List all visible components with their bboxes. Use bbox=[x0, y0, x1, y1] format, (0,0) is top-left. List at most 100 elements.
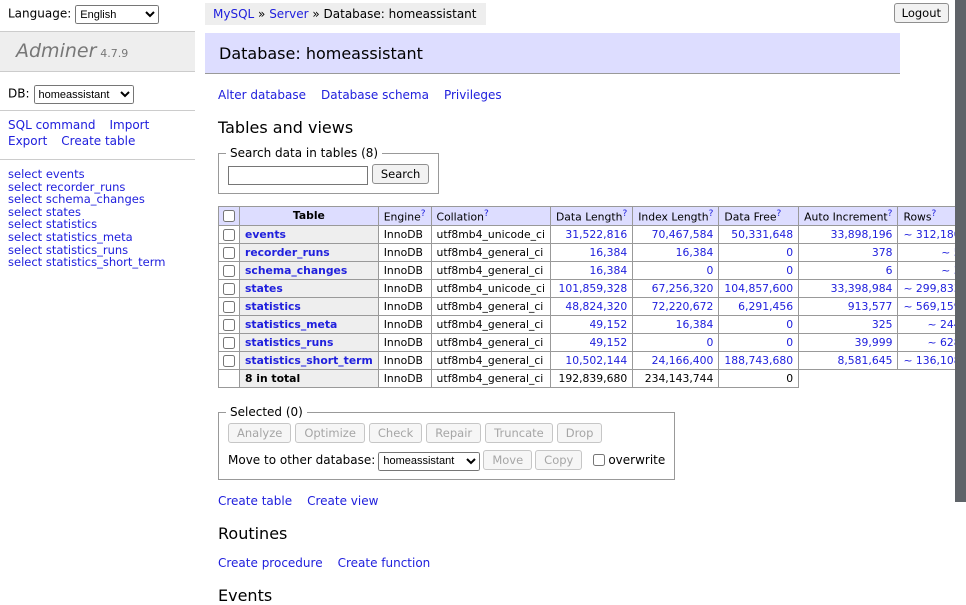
sidebar-action-import[interactable]: Import bbox=[109, 118, 149, 132]
row-checkbox[interactable] bbox=[223, 247, 235, 259]
truncate-button[interactable]: Truncate bbox=[485, 423, 553, 443]
row-checkbox[interactable] bbox=[223, 283, 235, 295]
repair-button[interactable]: Repair bbox=[426, 423, 481, 443]
link-create-table[interactable]: Create table bbox=[218, 494, 292, 508]
row-checkbox[interactable] bbox=[223, 337, 235, 349]
overwrite-option[interactable]: overwrite bbox=[589, 453, 665, 467]
data-free-link[interactable]: 0 bbox=[786, 318, 793, 331]
rows-link[interactable]: ~ 569,159 bbox=[903, 300, 960, 313]
copy-button[interactable]: Copy bbox=[535, 450, 582, 470]
index-length-link[interactable]: 16,384 bbox=[676, 246, 714, 259]
select-all-checkbox[interactable] bbox=[223, 210, 235, 222]
move-database-select[interactable]: homeassistant bbox=[378, 452, 480, 471]
routines-heading: Routines bbox=[218, 525, 900, 542]
index-length-link[interactable]: 16,384 bbox=[676, 318, 714, 331]
data-free-link[interactable]: 6,291,456 bbox=[738, 300, 793, 313]
link-alter-database[interactable]: Alter database bbox=[218, 88, 306, 102]
sidebar-select-schema-changes[interactable]: select schema_changes bbox=[8, 193, 195, 206]
data-length-link[interactable]: 31,522,816 bbox=[565, 228, 627, 241]
data-free-link[interactable]: 188,743,680 bbox=[724, 354, 793, 367]
data-free-link[interactable]: 104,857,600 bbox=[724, 282, 793, 295]
index-length-link[interactable]: 70,467,584 bbox=[652, 228, 714, 241]
app-name[interactable]: Adminer bbox=[16, 40, 96, 62]
check-button[interactable]: Check bbox=[369, 423, 422, 443]
index-length-link[interactable]: 67,256,320 bbox=[652, 282, 714, 295]
row-checkbox[interactable] bbox=[223, 319, 235, 331]
auto-increment-link[interactable]: 33,898,196 bbox=[831, 228, 893, 241]
overwrite-checkbox[interactable] bbox=[593, 454, 605, 466]
db-action-links: Alter database Database schema Privileges bbox=[218, 88, 900, 102]
sidebar-action-export[interactable]: Export bbox=[8, 134, 47, 148]
rows-link[interactable]: ~ 312,180 bbox=[903, 228, 960, 241]
data-length-link[interactable]: 16,384 bbox=[589, 264, 627, 277]
table-link-schema-changes[interactable]: schema_changes bbox=[245, 264, 347, 277]
rows-link[interactable]: ~ 136,108 bbox=[903, 354, 960, 367]
row-checkbox[interactable] bbox=[223, 355, 235, 367]
scrollbar-thumb[interactable] bbox=[955, 0, 966, 502]
index-length-link[interactable]: 0 bbox=[707, 336, 714, 349]
table-row: statistics_runsInnoDButf8mb4_general_ci4… bbox=[219, 334, 966, 352]
help-icon[interactable]: ? bbox=[622, 209, 627, 219]
move-button[interactable]: Move bbox=[483, 450, 532, 470]
link-create-function[interactable]: Create function bbox=[338, 556, 431, 570]
drop-button[interactable]: Drop bbox=[557, 423, 603, 443]
language-select[interactable]: English bbox=[75, 5, 159, 24]
optimize-button[interactable]: Optimize bbox=[295, 423, 365, 443]
rows-link[interactable]: ~ 299,833 bbox=[903, 282, 960, 295]
help-icon[interactable]: ? bbox=[777, 209, 782, 219]
table-link-states[interactable]: states bbox=[245, 282, 283, 295]
column-header-index-length: Index Length? bbox=[633, 206, 719, 226]
data-free-link[interactable]: 50,331,648 bbox=[731, 228, 793, 241]
table-link-statistics-meta[interactable]: statistics_meta bbox=[245, 318, 337, 331]
link-database-schema[interactable]: Database schema bbox=[321, 88, 429, 102]
db-select[interactable]: homeassistant bbox=[34, 85, 134, 104]
auto-increment-link[interactable]: 8,581,645 bbox=[837, 354, 892, 367]
table-link-recorder-runs[interactable]: recorder_runs bbox=[245, 246, 330, 259]
search-button[interactable]: Search bbox=[372, 164, 430, 184]
help-icon[interactable]: ? bbox=[421, 209, 426, 219]
language-label: Language: bbox=[8, 7, 71, 21]
sidebar-select-statistics-short-term[interactable]: select statistics_short_term bbox=[8, 256, 195, 269]
help-icon[interactable]: ? bbox=[709, 209, 714, 219]
help-icon[interactable]: ? bbox=[484, 209, 489, 219]
data-length-link[interactable]: 10,502,144 bbox=[565, 354, 627, 367]
auto-increment-link[interactable]: 33,398,984 bbox=[831, 282, 893, 295]
link-privileges[interactable]: Privileges bbox=[444, 88, 502, 102]
logout-button[interactable]: Logout bbox=[894, 3, 949, 23]
data-length-link[interactable]: 49,152 bbox=[589, 318, 627, 331]
auto-increment-link[interactable]: 39,999 bbox=[855, 336, 893, 349]
help-icon[interactable]: ? bbox=[888, 209, 893, 219]
sidebar-select-events[interactable]: select events bbox=[8, 168, 195, 181]
sidebar-action-create-table[interactable]: Create table bbox=[61, 134, 135, 148]
data-length-link[interactable]: 48,824,320 bbox=[565, 300, 627, 313]
analyze-button[interactable]: Analyze bbox=[228, 423, 291, 443]
table-link-statistics-short-term[interactable]: statistics_short_term bbox=[245, 354, 373, 367]
data-free-link[interactable]: 0 bbox=[786, 336, 793, 349]
auto-increment-link[interactable]: 325 bbox=[872, 318, 893, 331]
row-checkbox[interactable] bbox=[223, 301, 235, 313]
data-length-link[interactable]: 49,152 bbox=[589, 336, 627, 349]
index-length-link[interactable]: 72,220,672 bbox=[652, 300, 714, 313]
table-link-statistics[interactable]: statistics bbox=[245, 300, 301, 313]
auto-increment-link[interactable]: 6 bbox=[886, 264, 893, 277]
sidebar-select-statistics-meta[interactable]: select statistics_meta bbox=[8, 231, 195, 244]
auto-increment-link[interactable]: 378 bbox=[872, 246, 893, 259]
link-create-view[interactable]: Create view bbox=[307, 494, 378, 508]
index-length-link[interactable]: 0 bbox=[707, 264, 714, 277]
data-length-link[interactable]: 16,384 bbox=[589, 246, 627, 259]
breadcrumb-link-server[interactable]: Server bbox=[269, 7, 308, 21]
auto-increment-link[interactable]: 913,577 bbox=[848, 300, 893, 313]
search-input[interactable] bbox=[228, 166, 368, 185]
row-checkbox[interactable] bbox=[223, 229, 235, 241]
data-free-link[interactable]: 0 bbox=[786, 264, 793, 277]
row-checkbox[interactable] bbox=[223, 265, 235, 277]
data-free-link[interactable]: 0 bbox=[786, 246, 793, 259]
help-icon[interactable]: ? bbox=[932, 209, 937, 219]
sidebar-action-sql-command[interactable]: SQL command bbox=[8, 118, 95, 132]
table-link-statistics-runs[interactable]: statistics_runs bbox=[245, 336, 333, 349]
data-length-link[interactable]: 101,859,328 bbox=[559, 282, 628, 295]
breadcrumb-link-mysql[interactable]: MySQL bbox=[213, 7, 254, 21]
index-length-link[interactable]: 24,166,400 bbox=[652, 354, 714, 367]
table-link-events[interactable]: events bbox=[245, 228, 286, 241]
link-create-procedure[interactable]: Create procedure bbox=[218, 556, 323, 570]
